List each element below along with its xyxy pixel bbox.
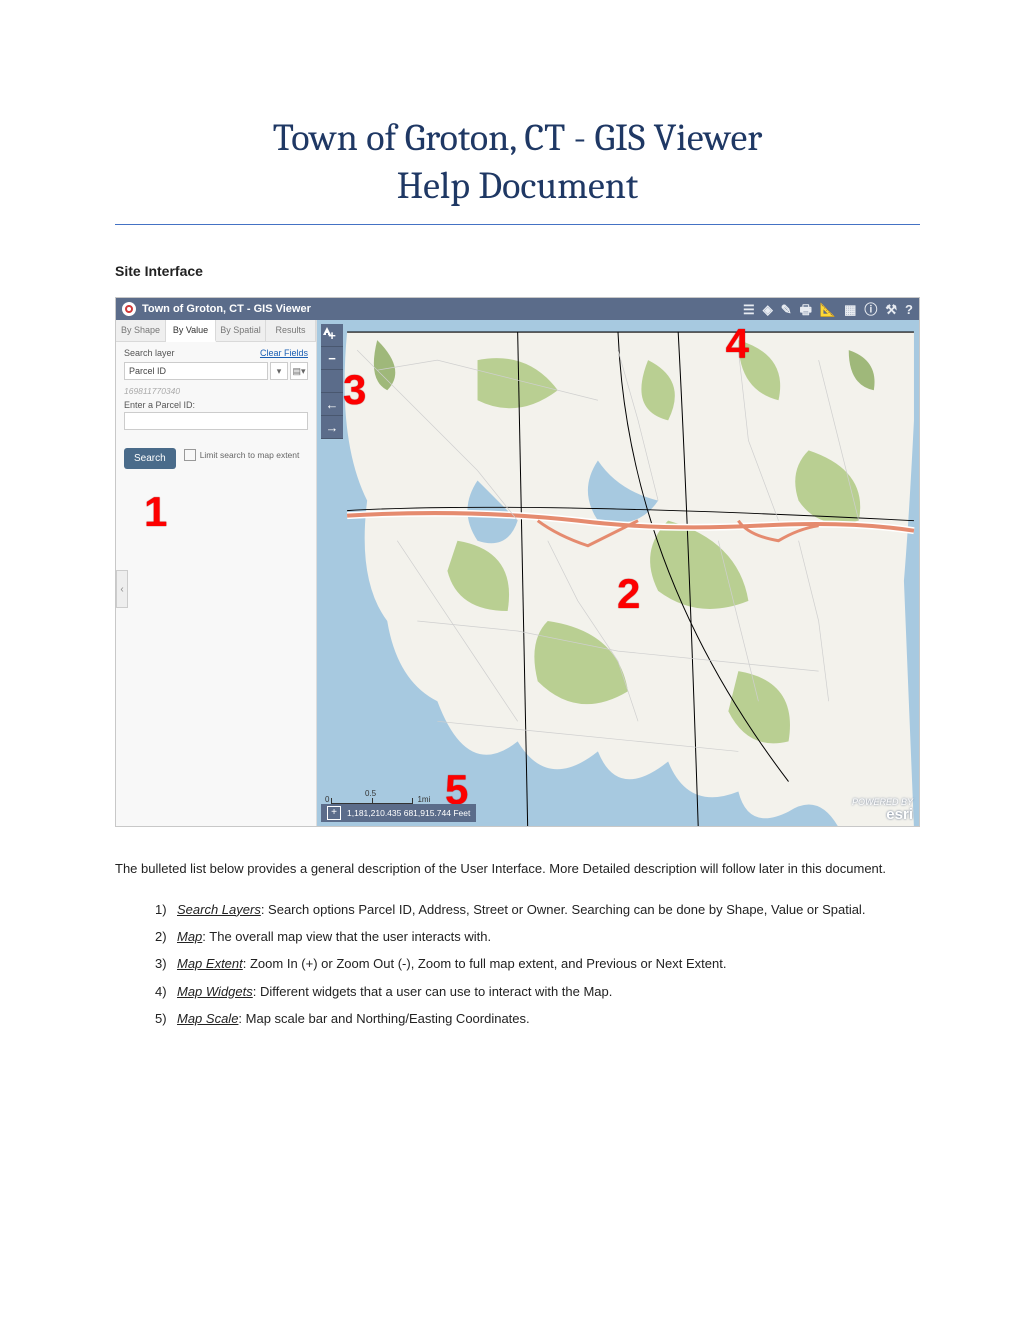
tab-by-spatial[interactable]: By Spatial: [216, 320, 266, 341]
search-panel: By Shape By Value By Spatial Results Sea…: [116, 320, 317, 826]
measure-icon[interactable]: 📐: [820, 303, 836, 316]
document-title: Town of Groton, CT - GIS Viewer Help Doc…: [115, 115, 920, 225]
scale-bar: 0 0.5 1mi: [323, 795, 430, 804]
list-term: Map Scale: [177, 1011, 238, 1026]
panel-collapse-handle[interactable]: ‹: [116, 570, 128, 608]
clear-fields-link[interactable]: Clear Fields: [260, 348, 308, 358]
list-term: Map: [177, 929, 202, 944]
coord-text: 1,181,210.435 681,915.744 Feet: [347, 808, 470, 818]
widgets-toolbar: ☰ ◈ ✎ 🖶 📐 ▦ ⓘ ⚒ ?: [743, 298, 913, 320]
app-title: Town of Groton, CT - GIS Viewer: [142, 303, 311, 315]
layer-select[interactable]: Parcel ID: [124, 362, 268, 380]
layer-dropdown-icon[interactable]: ▾: [270, 362, 288, 380]
checkbox-icon[interactable]: [184, 449, 196, 461]
callout-1: 1: [144, 488, 167, 536]
list-item: 5) Map Scale: Map scale bar and Northing…: [155, 1005, 920, 1032]
scale-tick-0: 0: [325, 795, 329, 804]
next-extent-button[interactable]: →: [321, 416, 343, 439]
prev-extent-button[interactable]: ←: [321, 393, 343, 416]
info-icon[interactable]: ⓘ: [864, 303, 877, 316]
map-nav-controls: + − ← →: [321, 324, 343, 439]
parcel-input-label: Enter a Parcel ID:: [124, 400, 195, 410]
map-canvas[interactable]: + − ← → 3 2 4 5 0 0.5 1m: [317, 320, 919, 826]
search-form: Search layer Clear Fields Parcel ID ▾ ▤▾…: [116, 342, 316, 475]
limit-extent-label: Limit search to map extent: [200, 450, 300, 460]
section-heading: Site Interface: [115, 263, 920, 279]
list-item: 3) Map Extent: Zoom In (+) or Zoom Out (…: [155, 950, 920, 977]
tab-by-shape[interactable]: By Shape: [116, 320, 166, 341]
grid-icon[interactable]: ▦: [844, 303, 856, 316]
parcel-id-input[interactable]: [124, 412, 308, 430]
app-body: By Shape By Value By Spatial Results Sea…: [116, 320, 919, 826]
list-term: Map Widgets: [177, 984, 253, 999]
list-item: 2) Map: The overall map view that the us…: [155, 923, 920, 950]
interface-list: 1) Search Layers: Search options Parcel …: [115, 896, 920, 1032]
full-extent-button[interactable]: [321, 370, 343, 393]
search-layer-label: Search layer: [124, 348, 175, 358]
list-term: Search Layers: [177, 902, 261, 917]
tools-icon[interactable]: ⚒: [885, 303, 897, 316]
parcel-hint: 169811770340: [124, 386, 308, 396]
app-logo-icon: [122, 302, 136, 316]
list-item: 4) Map Widgets: Different widgets that a…: [155, 978, 920, 1005]
search-button[interactable]: Search: [124, 448, 176, 469]
app-screenshot-figure: Town of Groton, CT - GIS Viewer ☰ ◈ ✎ 🖶 …: [115, 297, 920, 827]
esri-attribution: POWERED BY esri: [852, 798, 913, 822]
layers-icon[interactable]: ◈: [763, 303, 773, 316]
scale-tick-mid: 0.5: [365, 789, 376, 798]
document-page: Town of Groton, CT - GIS Viewer Help Doc…: [0, 0, 1020, 1320]
search-tabs: By Shape By Value By Spatial Results: [116, 320, 316, 342]
zoom-out-button[interactable]: −: [321, 347, 343, 370]
draw-icon[interactable]: ✎: [781, 303, 792, 316]
list-term: Map Extent: [177, 956, 243, 971]
help-icon[interactable]: ?: [905, 303, 913, 316]
intro-paragraph: The bulleted list below provides a gener…: [115, 855, 920, 882]
tab-results[interactable]: Results: [266, 320, 316, 341]
title-line-1: Town of Groton, CT - GIS Viewer: [273, 116, 763, 160]
list-item: 1) Search Layers: Search options Parcel …: [155, 896, 920, 923]
coordinates-bar: + 1,181,210.435 681,915.744 Feet: [321, 804, 476, 822]
esri-logo-text: esri: [852, 807, 913, 822]
title-line-2: Help Document: [397, 164, 639, 208]
map-svg: [317, 320, 919, 826]
print-icon[interactable]: 🖶: [800, 303, 812, 316]
app-titlebar: Town of Groton, CT - GIS Viewer ☰ ◈ ✎ 🖶 …: [116, 298, 919, 320]
scale-tick-end: 1mi: [417, 795, 430, 804]
limit-extent-option[interactable]: Limit search to map extent: [184, 449, 300, 461]
legend-icon[interactable]: ☰: [743, 303, 755, 316]
tab-by-value[interactable]: By Value: [166, 320, 216, 342]
coord-expand-icon[interactable]: +: [327, 806, 341, 820]
layer-options-icon[interactable]: ▤▾: [290, 362, 308, 380]
